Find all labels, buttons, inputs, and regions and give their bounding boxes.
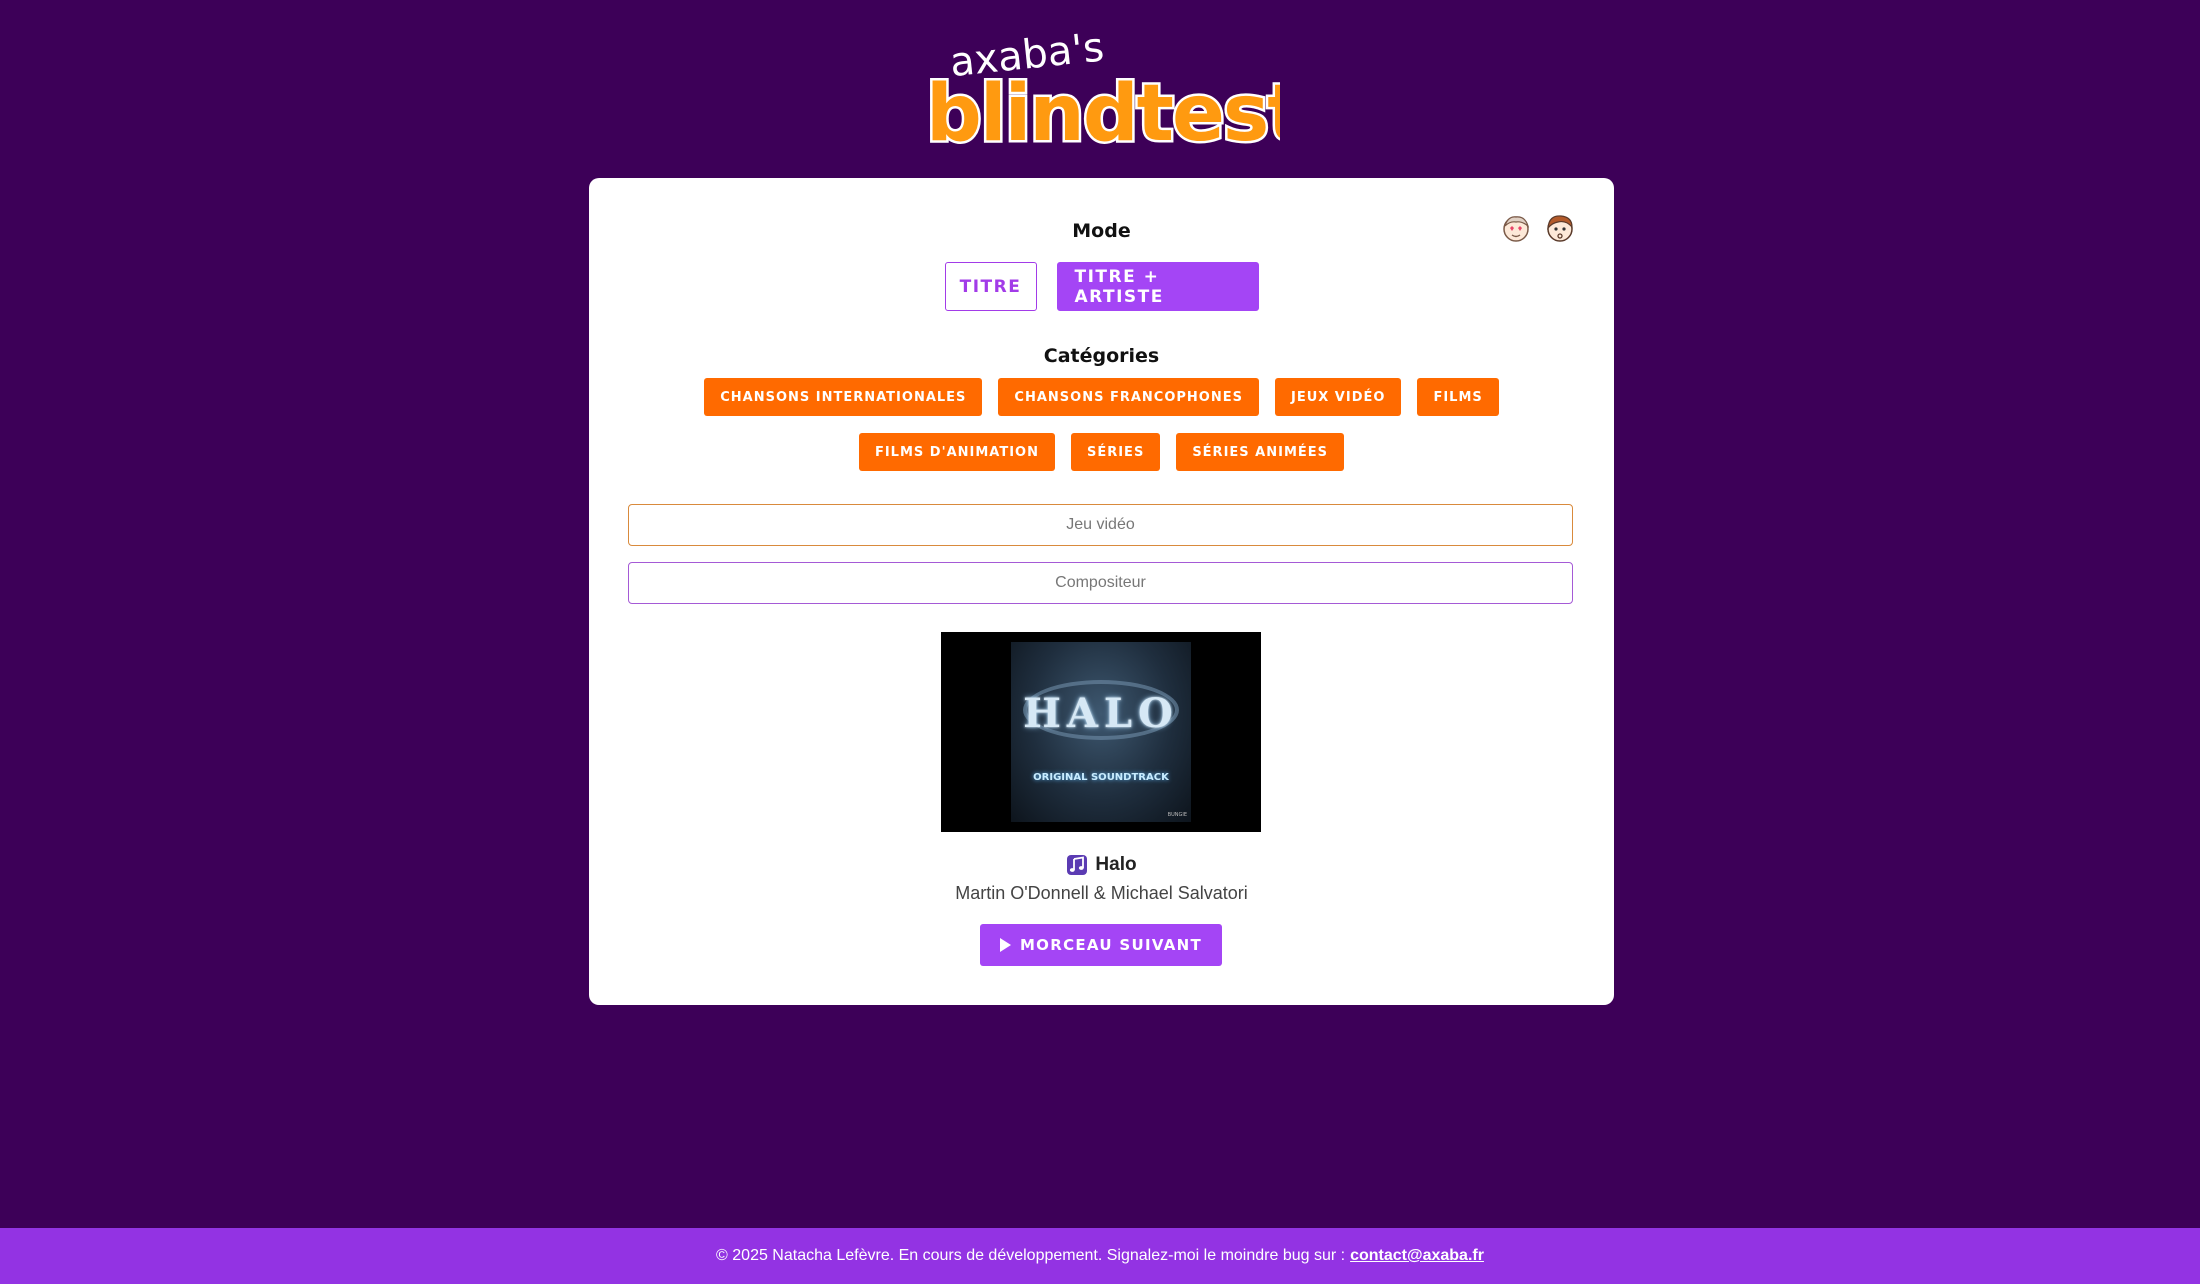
category-chansons-internationales-button[interactable]: CHANSONS INTERNATIONALES [704, 378, 983, 416]
game-card: Mode TITRE TITRE + ARTISTE Catégories CH… [589, 178, 1614, 1005]
cover-badge: BUNGIE [1167, 812, 1187, 818]
category-jeux-video-button[interactable]: JEUX VIDÉO [1274, 378, 1402, 416]
next-track-button[interactable]: MORCEAU SUIVANT [980, 924, 1222, 966]
mode-title: Mode [1072, 220, 1131, 242]
track-artist: Martin O'Donnell & Michael Salvatori [955, 883, 1248, 903]
composer-answer-input[interactable] [628, 562, 1573, 604]
music-note-icon [1066, 854, 1088, 876]
site-logo[interactable]: axaba's blindtest [920, 18, 1281, 153]
next-track-label: MORCEAU SUIVANT [1019, 936, 1203, 954]
mode-selector: TITRE TITRE + ARTISTE [589, 262, 1614, 311]
categories-title: Catégories [1043, 345, 1160, 367]
category-films-animation-button[interactable]: FILMS D'ANIMATION [858, 433, 1055, 471]
album-cover: HALO ORIGINAL SOUNDTRACK BUNGIE [941, 632, 1261, 832]
cover-subtitle: ORIGINAL SOUNDTRACK [1033, 772, 1169, 783]
album-art: HALO ORIGINAL SOUNDTRACK BUNGIE [1011, 642, 1191, 822]
cover-logo-text: HALO [1023, 690, 1179, 737]
game-answer-input[interactable] [628, 504, 1573, 546]
track-title-row: Halo [589, 854, 1614, 876]
category-series-button[interactable]: SÉRIES [1070, 433, 1161, 471]
mode-titre-artiste-button[interactable]: TITRE + ARTISTE [1056, 262, 1259, 311]
logo-main-text: blindtest [926, 69, 1280, 153]
contact-email-link[interactable]: contact@axaba.fr [1350, 1247, 1484, 1265]
mode-titre-button[interactable]: TITRE [944, 262, 1037, 311]
play-icon [999, 938, 1011, 952]
categories-row-1: CHANSONS INTERNATIONALES CHANSONS FRANCO… [589, 378, 1614, 416]
category-series-animees-button[interactable]: SÉRIES ANIMÉES [1176, 433, 1345, 471]
categories-row-2: FILMS D'ANIMATION SÉRIES SÉRIES ANIMÉES [589, 433, 1614, 471]
category-chansons-francophones-button[interactable]: CHANSONS FRANCOPHONES [998, 378, 1259, 416]
track-title: Halo [1095, 854, 1137, 875]
category-films-button[interactable]: FILMS [1417, 378, 1499, 416]
footer-text: © 2025 Natacha Lefèvre. En cours de déve… [716, 1247, 1346, 1264]
footer: © 2025 Natacha Lefèvre. En cours de déve… [0, 1228, 2200, 1284]
